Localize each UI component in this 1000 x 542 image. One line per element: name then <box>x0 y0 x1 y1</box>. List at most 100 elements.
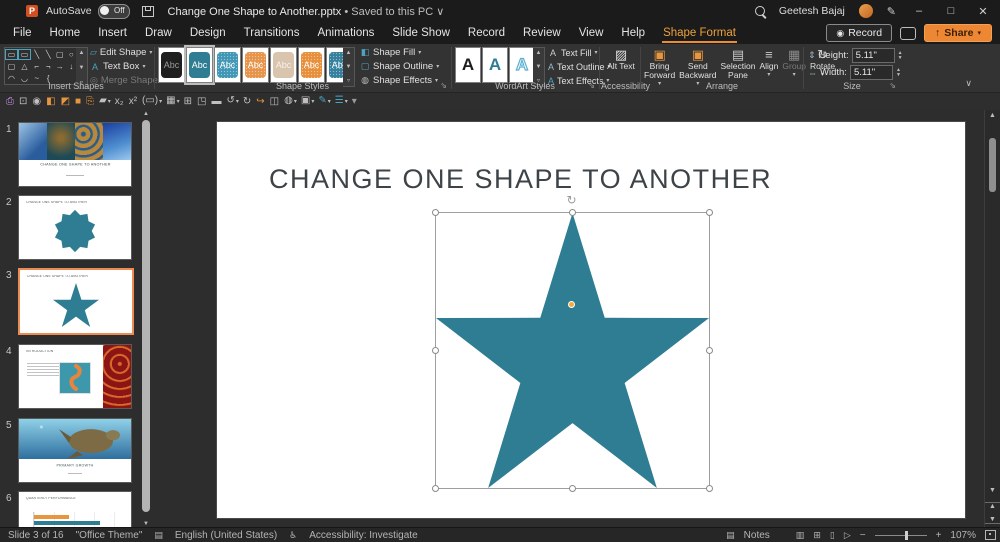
scrollbar-thumb[interactable] <box>142 120 150 512</box>
scroll-up-icon[interactable]: ▲ <box>985 112 1000 119</box>
more-commands-icon[interactable]: ▾ <box>352 96 358 107</box>
slide-editing-surface[interactable]: CHANGE ONE SHAPE TO ANOTHER ↻ <box>217 122 965 518</box>
alt-text-button[interactable]: ▨ Alt Text <box>603 46 639 72</box>
outline-color-icon[interactable]: ✎ ▾ <box>318 96 330 107</box>
language-indicator[interactable]: English (United States) <box>175 530 277 541</box>
grid-icon[interactable]: ⊞ <box>184 96 193 107</box>
zoom-level[interactable]: 107% <box>950 530 976 541</box>
rectangle-icon[interactable]: ■ <box>75 96 82 107</box>
resize-handle-se[interactable] <box>706 485 713 492</box>
scroll-down-icon[interactable]: ▼ <box>985 487 1000 494</box>
close-button[interactable]: ✕ <box>974 5 992 18</box>
shape-style-option[interactable]: Abc <box>270 47 297 83</box>
shape-selection-box[interactable]: ↻ <box>432 194 713 492</box>
ribbon-button[interactable]: ▢ Shape Outline ▾ <box>360 60 446 73</box>
minimize-button[interactable]: – <box>910 5 928 17</box>
previous-slide-button[interactable]: ▲ <box>985 502 1000 510</box>
dialog-launcher-icon[interactable]: ⇘ <box>440 82 447 90</box>
avatar[interactable] <box>858 4 873 18</box>
resize-handle-ne[interactable] <box>706 209 713 216</box>
arrange-icon[interactable]: ▣ ▾ <box>301 96 314 107</box>
ribbon-tab[interactable]: Design <box>181 23 235 43</box>
slide-thumbnail-1[interactable]: CHANGE ONE SHAPE TO ANOTHER <box>18 122 132 187</box>
tab-shape-format[interactable]: Shape Format <box>654 23 745 43</box>
vertical-scrollbar[interactable]: ▲ ▼ ▲ ▼ <box>984 110 1000 528</box>
scroll-down-icon[interactable]: ▼ <box>536 64 542 70</box>
record-button[interactable]: ◉ Record <box>826 24 893 42</box>
shape-option[interactable]: △ <box>19 61 30 72</box>
scroll-up-icon[interactable]: ▲ <box>536 50 542 56</box>
ribbon-tab[interactable]: Animations <box>308 23 383 43</box>
notes-button[interactable]: Notes <box>744 530 770 541</box>
zoom-slider[interactable] <box>874 530 927 540</box>
height-input[interactable]: 5.11" <box>851 48 895 63</box>
shape-style-option[interactable]: Abc <box>214 47 241 83</box>
dialog-launcher-icon[interactable]: ⇘ <box>588 82 595 90</box>
shape-style-option[interactable]: Abc <box>298 47 325 83</box>
resize-handle-e[interactable] <box>706 346 713 354</box>
ribbon-tab[interactable]: Insert <box>89 23 136 43</box>
slide-indicator[interactable]: Slide 3 of 16 <box>8 530 64 541</box>
slide-thumbnail-3-selected[interactable]: CHANGE ONE SHAPE TO ANOTHER <box>18 268 134 335</box>
copy-shape-icon[interactable]: ⎘ <box>86 96 95 107</box>
shape-style-option[interactable]: Abc <box>158 47 185 83</box>
undo-icon[interactable]: ↺ ▾ <box>226 96 238 107</box>
ribbon-button[interactable]: A Text Outline ▾ <box>548 60 611 73</box>
scrollbar-thumb[interactable] <box>989 138 996 192</box>
start-slideshow-icon[interactable]: ⊡ <box>19 96 28 107</box>
rotate-handle-icon[interactable]: ↻ <box>567 194 577 206</box>
crop-icon[interactable]: ◳ <box>197 96 207 107</box>
shapes-icon[interactable]: ◩ <box>61 96 71 107</box>
scroll-up-icon[interactable]: ▲ <box>346 50 352 56</box>
next-slide-button[interactable]: ▼ <box>985 516 1000 524</box>
placeholder-icon[interactable]: (▭) ▾ <box>142 96 162 107</box>
thumbnail-panel-scrollbar[interactable]: ▲ ▼ <box>141 110 151 528</box>
superscript-icon[interactable]: x² <box>129 96 138 107</box>
scroll-up-icon[interactable]: ▲ <box>79 50 85 56</box>
resize-handle-n[interactable] <box>568 209 576 216</box>
slide-thumbnail-6[interactable]: QUARTERLY PERFORMANCE <box>18 491 132 528</box>
wordart-gallery[interactable]: A A A <box>455 47 535 83</box>
preview-icon[interactable]: ◉ <box>32 96 42 107</box>
dialog-launcher-icon[interactable]: ⇘ <box>889 82 896 90</box>
ribbon-button[interactable]: ◧ Shape Fill ▾ <box>360 46 446 59</box>
scroll-down-icon[interactable]: ▼ <box>79 65 85 71</box>
pen-icon[interactable]: ✎ <box>887 5 896 18</box>
reading-view-icon[interactable]: ▯ <box>830 530 835 541</box>
ribbon-tab[interactable]: Review <box>514 23 570 43</box>
wordart-style-option[interactable]: A <box>455 47 481 83</box>
slide-title-textbox[interactable]: CHANGE ONE SHAPE TO ANOTHER <box>269 164 772 195</box>
ribbon-tab[interactable]: Transitions <box>235 23 309 43</box>
shape-option[interactable]: ╲ <box>31 49 42 60</box>
slideshow-icon[interactable]: ▷ <box>844 530 851 541</box>
subscript-icon[interactable]: x₂ <box>115 96 125 107</box>
spell-check-icon[interactable]: ▤ <box>154 530 163 541</box>
ribbon-tab[interactable]: File <box>4 23 41 43</box>
ribbon-button[interactable]: A Text Fill ▾ <box>548 46 606 59</box>
wordart-style-option[interactable]: A <box>482 47 508 83</box>
height-spinner[interactable]: ▲ ▼ <box>898 50 903 61</box>
shape-option[interactable]: ▢ <box>54 49 65 60</box>
search-icon[interactable] <box>754 6 765 16</box>
shape-option[interactable]: ▢ <box>6 61 17 72</box>
shape-option[interactable]: → <box>54 61 65 72</box>
width-spinner[interactable]: ▲ ▼ <box>896 67 901 78</box>
resize-handle-s[interactable] <box>568 485 576 492</box>
resize-handle-w[interactable] <box>432 346 439 354</box>
shape-option[interactable]: ¬ <box>43 61 54 72</box>
video-icon[interactable]: ◫ <box>270 96 280 107</box>
zoom-slider-thumb[interactable] <box>904 530 908 540</box>
slide-layout-icon[interactable]: ▬ <box>211 96 222 107</box>
shape-style-option[interactable]: Abc <box>184 45 215 85</box>
shape-styles-gallery[interactable]: Abc Abc Abc Abc Abc Abc Abc <box>158 45 353 85</box>
zoom-in-button[interactable]: + <box>936 530 942 541</box>
redo-icon[interactable]: ↻ <box>243 96 252 107</box>
shape-effects-icon[interactable]: ◍ ▾ <box>284 96 297 107</box>
scroll-up-icon[interactable]: ▲ <box>141 111 151 117</box>
format-painter-icon[interactable]: ▰ ▾ <box>99 96 111 107</box>
shape-option[interactable]: ▭ <box>5 48 18 60</box>
shape-option[interactable]: ╲ <box>43 49 54 60</box>
shape-fill-icon[interactable]: ◧ <box>46 96 56 107</box>
ribbon-tab[interactable]: Help <box>612 23 654 43</box>
maximize-button[interactable]: □ <box>942 5 960 17</box>
